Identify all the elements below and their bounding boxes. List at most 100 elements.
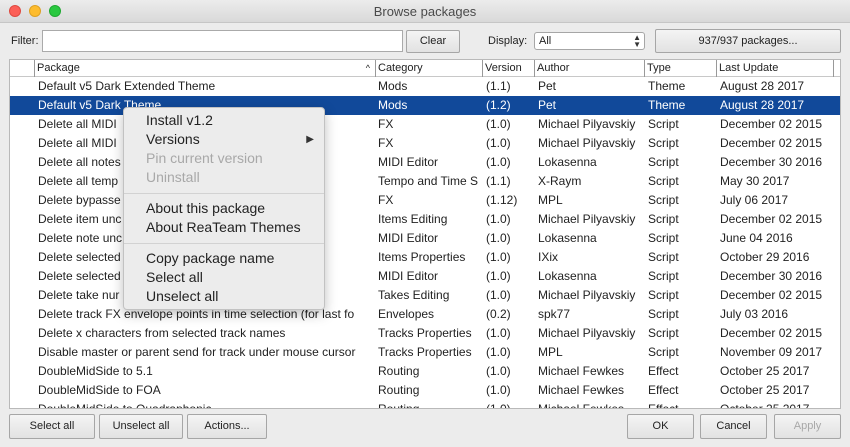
display-selected-value: All — [539, 35, 552, 47]
cell-version: (1.0) — [486, 212, 511, 226]
select-arrows-icon: ▲ ▼ — [633, 33, 641, 49]
menu-item-pin-version: Pin current version — [146, 150, 263, 166]
cell-updated: July 03 2016 — [720, 307, 789, 321]
table-row[interactable]: DoubleMidSide to 5.1 Routing (1.0) Michael … — [10, 362, 840, 381]
cell-updated: December 02 2015 — [720, 117, 823, 131]
cell-version: (1.0) — [486, 345, 511, 359]
cell-category: Routing — [378, 364, 420, 378]
cell-category: Items Properties — [378, 250, 466, 264]
cell-version: (1.0) — [486, 288, 511, 302]
menu-item-copy-name[interactable]: Copy package name — [146, 249, 274, 268]
table-row[interactable]: Default v5 Dark Extended Theme Mods (1.1) P… — [10, 77, 840, 96]
column-header-category[interactable]: Category — [375, 60, 482, 77]
cell-author: spk77 — [538, 307, 571, 321]
menu-separator — [124, 193, 324, 194]
cell-type: Script — [648, 231, 679, 245]
select-all-button[interactable]: Select all — [9, 414, 95, 439]
cell-version: (0.2) — [486, 307, 511, 321]
cell-type: Script — [648, 212, 679, 226]
cancel-button[interactable]: Cancel — [700, 414, 767, 439]
cell-package: Default v5 Dark Extended Theme — [38, 79, 216, 93]
cell-version: (1.0) — [486, 250, 511, 264]
column-header-version[interactable]: Version — [482, 60, 534, 77]
cell-package: Disable master or parent send for track … — [38, 345, 356, 359]
cell-author: MPL — [538, 345, 563, 359]
cell-version: (1.0) — [486, 364, 511, 378]
menu-item-label: Versions — [146, 131, 200, 147]
table-row[interactable]: DoubleMidSide to FOA Routing (1.0) Michael … — [10, 381, 840, 400]
cell-category: MIDI Editor — [378, 155, 439, 169]
cell-type: Script — [648, 288, 679, 302]
cell-updated: August 28 2017 — [720, 79, 805, 93]
menu-item-about-package[interactable]: About this package — [146, 199, 265, 218]
packages-button[interactable]: 937/937 packages... — [655, 29, 841, 53]
menu-item-about-author[interactable]: About ReaTeam Themes — [146, 218, 301, 237]
cell-updated: October 29 2016 — [720, 250, 810, 264]
cell-updated: June 04 2016 — [720, 231, 793, 245]
menu-item-install[interactable]: Install v1.2 — [146, 111, 213, 130]
column-header-spacer — [833, 60, 840, 77]
cell-author: Lokasenna — [538, 269, 597, 283]
cell-author: Lokasenna — [538, 155, 597, 169]
submenu-arrow-icon: ▶ — [306, 134, 314, 145]
cell-type: Script — [648, 136, 679, 150]
cell-updated: December 30 2016 — [720, 155, 823, 169]
cell-updated: December 02 2015 — [720, 326, 823, 340]
cell-category: Tracks Properties — [378, 326, 472, 340]
menu-item-unselect-all[interactable]: Unselect all — [146, 287, 218, 306]
cell-package: DoubleMidSide to FOA — [38, 383, 161, 397]
cell-updated: November 09 2017 — [720, 345, 823, 359]
cell-author: Michael Pilyavskiy — [538, 326, 636, 340]
cell-version: (1.2) — [486, 98, 511, 112]
clear-button[interactable]: Clear — [406, 30, 460, 53]
cell-type: Theme — [648, 98, 686, 112]
menu-item-versions[interactable]: Versions ▶ — [146, 130, 314, 149]
column-header-type[interactable]: Type — [644, 60, 716, 77]
filter-label: Filter: — [11, 35, 39, 47]
column-header-last-update[interactable]: Last Update — [716, 60, 833, 77]
table-row[interactable]: Disable master or parent send for track … — [10, 343, 840, 362]
display-label: Display: — [488, 35, 528, 47]
cell-author: Michael Pilyavskiy — [538, 117, 636, 131]
cell-type: Script — [648, 193, 679, 207]
cell-updated: July 06 2017 — [720, 193, 789, 207]
filter-input[interactable] — [42, 30, 403, 52]
cell-author: Pet — [538, 98, 557, 112]
cell-package: Delete x characters from selected track … — [38, 326, 286, 340]
window-title: Browse packages — [373, 4, 477, 19]
unselect-all-button[interactable]: Unselect all — [99, 414, 183, 439]
column-header-package[interactable]: Package ^ — [34, 60, 374, 77]
cell-type: Theme — [648, 79, 686, 93]
cell-category: Routing — [378, 383, 420, 397]
cell-category: Items Editing — [378, 212, 448, 226]
cell-category: Envelopes — [378, 307, 435, 321]
ok-button[interactable]: OK — [627, 414, 694, 439]
cell-type: Script — [648, 269, 679, 283]
cell-category: MIDI Editor — [378, 269, 439, 283]
cell-type: Script — [648, 155, 679, 169]
menu-item-uninstall: Uninstall — [146, 169, 200, 185]
actions-button[interactable]: Actions... — [187, 414, 267, 439]
cell-category: Takes Editing — [378, 288, 450, 302]
cell-author: MPL — [538, 193, 563, 207]
display-select[interactable]: All ▲ ▼ — [534, 32, 645, 50]
cell-author: Michael Fewkes — [538, 364, 625, 378]
cell-type: Effect — [648, 364, 679, 378]
apply-button: Apply — [774, 414, 841, 439]
cell-version: (1.0) — [486, 402, 511, 409]
table-row[interactable]: Delete x characters from selected track … — [10, 324, 840, 343]
menu-item-select-all[interactable]: Select all — [146, 268, 203, 287]
footer-bar: Select all Unselect all Actions... OK Ca… — [0, 413, 850, 440]
table-row[interactable]: DoubleMidSide to Quadraphonic Routing (1.0… — [10, 400, 840, 409]
cell-category: FX — [378, 193, 394, 207]
cell-updated: August 28 2017 — [720, 98, 805, 112]
cell-author: X-Raym — [538, 174, 582, 188]
cell-version: (1.0) — [486, 231, 511, 245]
cell-type: Script — [648, 250, 679, 264]
cell-type: Script — [648, 174, 679, 188]
cell-version: (1.0) — [486, 117, 511, 131]
cell-package: DoubleMidSide to 5.1 — [38, 364, 153, 378]
cell-updated: October 25 2017 — [720, 383, 810, 397]
column-header-author[interactable]: Author — [534, 60, 644, 77]
cell-category: Mods — [378, 79, 408, 93]
